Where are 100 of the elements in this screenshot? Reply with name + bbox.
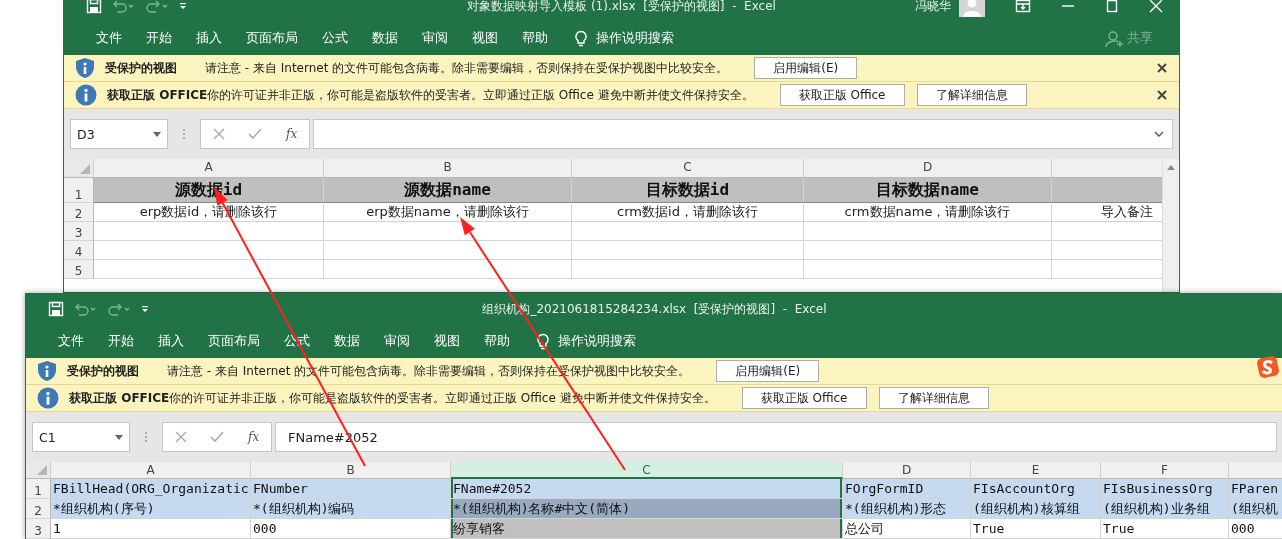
column-header[interactable]: C bbox=[451, 462, 843, 479]
bar-button[interactable]: 启用编辑(E) bbox=[754, 57, 858, 79]
search-box[interactable]: 操作说明搜索 bbox=[558, 333, 636, 350]
redo-icon[interactable] bbox=[144, 0, 170, 14]
row-header[interactable]: 2 bbox=[26, 499, 51, 519]
table-cell: *(组织机构)名称#中文(简体) bbox=[451, 499, 843, 519]
shield-icon bbox=[37, 360, 57, 382]
ribbon-tab[interactable]: 数据 bbox=[322, 329, 372, 354]
bar-button[interactable]: 了解详细信息 bbox=[916, 84, 1027, 106]
ribbon-display-icon[interactable] bbox=[1015, 0, 1031, 13]
person-add-icon bbox=[1105, 29, 1123, 48]
search-box[interactable]: 操作说明搜索 bbox=[596, 30, 674, 47]
user-name: 冯晓华 bbox=[915, 0, 951, 15]
ribbon-tab[interactable]: 插入 bbox=[184, 26, 234, 51]
ribbon-tab[interactable]: 视图 bbox=[460, 26, 510, 51]
info-icon bbox=[75, 84, 97, 106]
table-cell: FParen bbox=[1229, 479, 1282, 499]
dropdown-icon[interactable] bbox=[115, 434, 123, 440]
close-icon[interactable] bbox=[1157, 90, 1167, 100]
table-cell: (组织机构)核算组 bbox=[971, 499, 1101, 519]
table-cell: 000 bbox=[251, 519, 451, 539]
info-icon bbox=[37, 387, 59, 409]
row-header[interactable]: 3 bbox=[64, 222, 94, 241]
table-cell: (组织机 bbox=[1229, 499, 1282, 519]
ime-icon[interactable] bbox=[1256, 355, 1280, 379]
bar-button[interactable]: 获取正版 Office bbox=[779, 84, 905, 106]
row-header[interactable]: 2 bbox=[64, 203, 94, 222]
save-icon[interactable] bbox=[86, 0, 102, 14]
scrollbar[interactable] bbox=[1162, 159, 1179, 292]
table-cell: 000 bbox=[1229, 519, 1282, 539]
cancel-icon[interactable] bbox=[174, 431, 187, 443]
table-cell: True bbox=[971, 519, 1101, 539]
ribbon-tab[interactable]: 页面布局 bbox=[196, 329, 272, 354]
ribbon-tab[interactable]: 开始 bbox=[96, 329, 146, 354]
save-icon[interactable] bbox=[48, 301, 64, 317]
check-icon[interactable] bbox=[248, 128, 263, 140]
table-cell: crm数据name，请删除该行 bbox=[804, 203, 1052, 222]
ribbon-tab[interactable]: 开始 bbox=[134, 26, 184, 51]
formula-field[interactable] bbox=[313, 119, 1173, 149]
row-header[interactable]: 3 bbox=[26, 519, 51, 539]
bar-button[interactable]: 启用编辑(E) bbox=[716, 360, 820, 382]
row-header[interactable]: 1 bbox=[26, 479, 51, 499]
name-box[interactable]: C1 bbox=[32, 422, 130, 452]
table-cell: FOrgFormID bbox=[843, 479, 971, 499]
table-cell: 目标数据id bbox=[572, 178, 804, 203]
table-cell: 目标数据name bbox=[804, 178, 1052, 203]
drag-handle-icon[interactable] bbox=[144, 431, 148, 443]
table-cell: 纷享销客 bbox=[451, 519, 843, 539]
table-cell: FIsBusinessOrg bbox=[1101, 479, 1229, 499]
bar-message: 请注意 - 来自 Internet 的文件可能包含病毒。除非需要编辑，否则保持在受保护视图中比较安全。 bbox=[205, 59, 729, 77]
dropdown-icon[interactable] bbox=[153, 131, 161, 137]
table-cell: True bbox=[1101, 519, 1229, 539]
lightbulb-icon[interactable] bbox=[536, 332, 550, 351]
table-cell: 1 bbox=[51, 519, 251, 539]
ribbon-tab[interactable]: 插入 bbox=[146, 329, 196, 354]
table-cell: *组织机构(序号) bbox=[51, 499, 251, 519]
ribbon-tab[interactable]: 文件 bbox=[84, 26, 134, 51]
ribbon-tab[interactable]: 页面布局 bbox=[234, 26, 310, 51]
ribbon-tab[interactable]: 帮助 bbox=[510, 26, 560, 51]
ribbon-tab[interactable]: 帮助 bbox=[472, 329, 522, 354]
insert-function-button[interactable]: fx bbox=[286, 127, 298, 141]
ribbon-tab[interactable]: 审阅 bbox=[372, 329, 422, 354]
row-header[interactable]: 5 bbox=[64, 260, 94, 279]
table-cell: FIsAccountOrg bbox=[971, 479, 1101, 499]
bar-title: 受保护的视图 bbox=[67, 362, 140, 380]
shield-icon bbox=[75, 57, 95, 79]
row-header[interactable]: 4 bbox=[64, 241, 94, 260]
select-all-icon[interactable] bbox=[37, 465, 47, 475]
window-title: 对象数据映射导入模板 (1).xlsx [受保护的视图] - Excel bbox=[467, 0, 776, 15]
ribbon-tab[interactable]: 文件 bbox=[46, 329, 96, 354]
bar-title: 受保护的视图 bbox=[105, 59, 178, 77]
table-cell: *(组织机构)形态 bbox=[843, 499, 971, 519]
maximize-icon[interactable] bbox=[1105, 0, 1119, 13]
select-all-icon[interactable] bbox=[80, 164, 90, 174]
bar-title: 获取正版 OFFICE bbox=[69, 389, 169, 407]
ribbon-tab[interactable]: 公式 bbox=[310, 26, 360, 51]
name-box[interactable]: D3 bbox=[70, 119, 168, 149]
lightbulb-icon[interactable] bbox=[574, 29, 588, 48]
bar-message: 你的许可证并非正版，你可能是盗版软件的受害者。立即通过正版 Office 避免中断并使文件保持安全。 bbox=[207, 86, 754, 104]
table-cell: FNumber bbox=[251, 479, 451, 499]
bar-button[interactable]: 了解详细信息 bbox=[878, 387, 989, 409]
ribbon-tab[interactable]: 视图 bbox=[422, 329, 472, 354]
insert-function-button[interactable]: fx bbox=[248, 430, 260, 444]
ribbon-tab[interactable]: 公式 bbox=[272, 329, 322, 354]
bar-title: 获取正版 OFFICE bbox=[107, 86, 207, 104]
redo-icon[interactable] bbox=[106, 301, 132, 317]
ribbon-tab[interactable]: 审阅 bbox=[410, 26, 460, 51]
table-cell: *(组织机构)编码 bbox=[251, 499, 451, 519]
scroll-up-icon[interactable] bbox=[1167, 165, 1175, 170]
bar-button[interactable]: 获取正版 Office bbox=[741, 387, 867, 409]
cancel-icon[interactable] bbox=[212, 128, 225, 140]
table-cell: erp数据name，请删除该行 bbox=[324, 203, 572, 222]
check-icon[interactable] bbox=[210, 431, 225, 443]
row-header[interactable]: 1 bbox=[64, 178, 94, 203]
table-cell: crm数据id，请删除该行 bbox=[572, 203, 804, 222]
close-icon[interactable] bbox=[1157, 63, 1167, 73]
table-cell: 源数据name bbox=[324, 178, 572, 203]
ribbon-tab[interactable]: 数据 bbox=[360, 26, 410, 51]
expand-icon[interactable] bbox=[1154, 131, 1164, 137]
drag-handle-icon[interactable] bbox=[182, 128, 186, 140]
